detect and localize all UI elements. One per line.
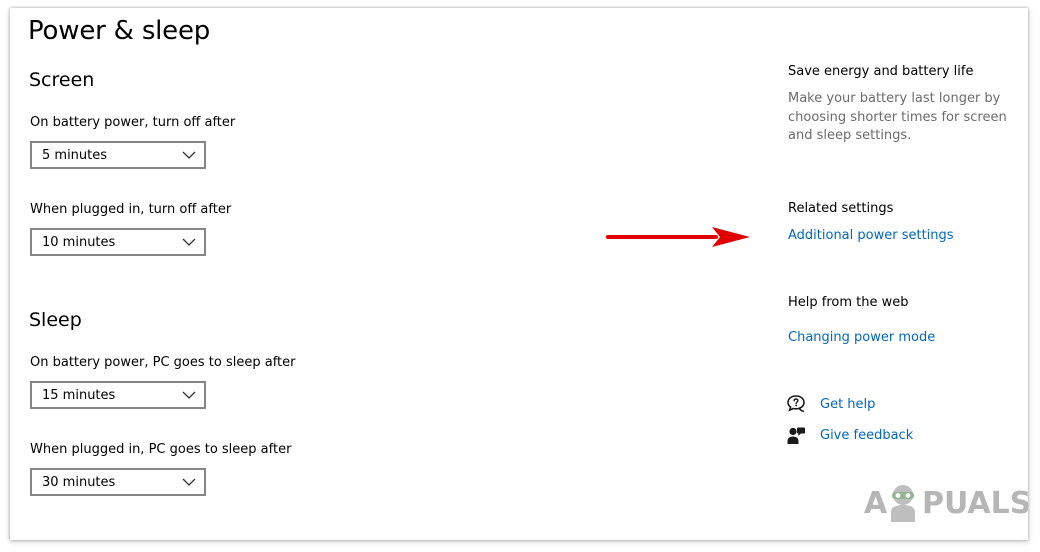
help-from-web-heading: Help from the web xyxy=(788,295,909,310)
screen-battery-dropdown[interactable]: 5 minutes xyxy=(30,141,206,169)
chevron-down-icon xyxy=(182,478,196,486)
watermark-text-left: A xyxy=(864,486,888,521)
related-settings-heading: Related settings xyxy=(788,201,894,216)
page-title: Power & sleep xyxy=(28,16,211,46)
sleep-plugged-label: When plugged in, PC goes to sleep after xyxy=(30,442,292,457)
sleep-battery-label: On battery power, PC goes to sleep after xyxy=(30,355,296,370)
changing-power-mode-link[interactable]: Changing power mode xyxy=(788,330,935,345)
dropdown-value: 10 minutes xyxy=(42,235,116,250)
sleep-battery-dropdown[interactable]: 15 minutes xyxy=(30,381,206,409)
chevron-down-icon xyxy=(182,391,196,399)
additional-power-settings-link[interactable]: Additional power settings xyxy=(788,228,954,243)
chevron-down-icon xyxy=(182,238,196,246)
help-chat-icon[interactable] xyxy=(786,394,806,414)
screen-section-heading: Screen xyxy=(29,69,95,91)
mascot-icon xyxy=(891,485,915,522)
sleep-plugged-dropdown[interactable]: 30 minutes xyxy=(30,468,206,496)
sleep-section-heading: Sleep xyxy=(29,309,82,331)
screen-battery-label: On battery power, turn off after xyxy=(30,115,236,130)
give-feedback-link[interactable]: Give feedback xyxy=(820,428,913,443)
power-sleep-window: Power & sleep Screen On battery power, t… xyxy=(10,8,1028,540)
screen-plugged-label: When plugged in, turn off after xyxy=(30,202,232,217)
chevron-down-icon xyxy=(182,151,196,159)
feedback-person-icon[interactable] xyxy=(786,426,806,446)
dropdown-value: 30 minutes xyxy=(42,475,116,490)
save-energy-description: Make your battery last longer by choosin… xyxy=(788,91,1007,143)
dropdown-value: 5 minutes xyxy=(42,148,108,163)
save-energy-heading: Save energy and battery life xyxy=(788,64,974,79)
dropdown-value: 15 minutes xyxy=(42,388,116,403)
get-help-link[interactable]: Get help xyxy=(820,397,875,412)
watermark-text-right: PUALS xyxy=(922,486,1028,521)
red-arrow-icon xyxy=(606,227,750,247)
screen-plugged-dropdown[interactable]: 10 minutes xyxy=(30,228,206,256)
appuals-watermark: A PUALS xyxy=(864,480,1028,526)
